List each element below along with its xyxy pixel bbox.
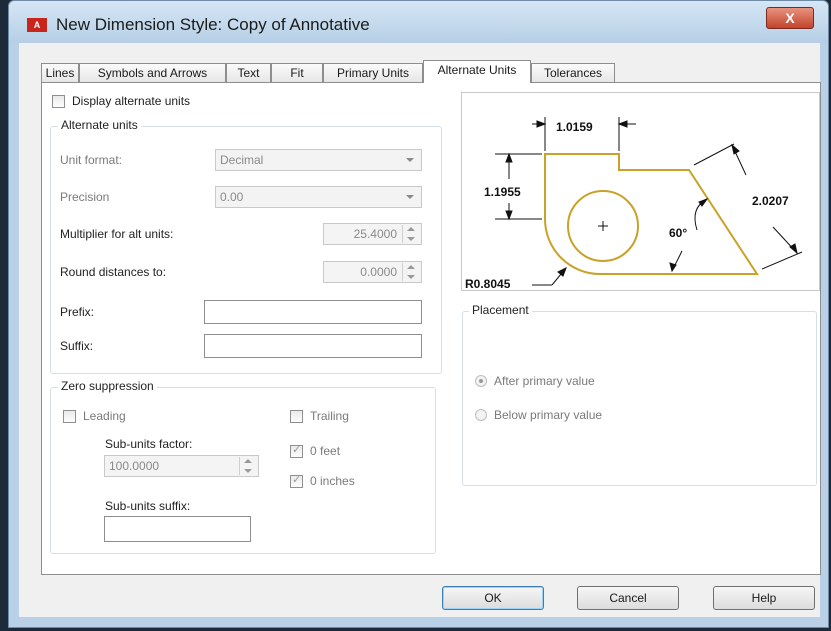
dimension-left-text: 1.1955 — [484, 185, 521, 199]
ok-button[interactable]: OK — [442, 586, 544, 610]
below-primary-radio[interactable] — [475, 409, 487, 421]
unit-format-select[interactable]: Decimal — [215, 149, 422, 171]
alternate-units-legend: Alternate units — [58, 118, 141, 132]
display-alternate-units-checkbox[interactable] — [52, 95, 65, 108]
subunits-factor-value: 100.0000 — [109, 459, 160, 473]
after-primary-label: After primary value — [494, 374, 595, 388]
precision-select[interactable]: 0.00 — [215, 186, 422, 208]
leading-label: Leading — [83, 409, 126, 423]
chevron-down-icon — [406, 158, 414, 162]
preview-drawing: 1.0159 1.1955 2.0207 60° R0.8045 — [465, 117, 803, 291]
zero-feet-label: 0 feet — [310, 444, 341, 458]
trailing-label: Trailing — [310, 409, 349, 423]
tab-alternate-units[interactable]: Alternate Units — [423, 60, 531, 83]
autocad-logo-icon: A — [27, 18, 47, 32]
spinner-arrows-icon[interactable] — [402, 263, 420, 281]
chevron-down-icon — [406, 195, 414, 199]
subunits-suffix-label: Sub-units suffix: — [105, 499, 191, 513]
dialog-title: New Dimension Style: Copy of Annotative — [56, 15, 370, 34]
part-outline — [544, 153, 759, 275]
help-button[interactable]: Help — [713, 586, 815, 610]
dimension-radius-text: R0.8045 — [465, 277, 511, 290]
round-distances-value: 0.0000 — [360, 265, 397, 279]
placement-legend: Placement — [469, 303, 532, 317]
multiplier-value: 25.4000 — [353, 227, 397, 241]
leading-checkbox[interactable] — [63, 410, 76, 423]
tab-tolerances[interactable]: Tolerances — [531, 63, 615, 82]
dimension-angle-text: 60° — [669, 226, 687, 240]
unit-format-value: Decimal — [220, 153, 264, 167]
cancel-button[interactable]: Cancel — [577, 586, 679, 610]
spinner-arrows-icon[interactable] — [239, 457, 257, 475]
close-button[interactable]: X — [766, 7, 814, 29]
dimension-right-text: 2.0207 — [752, 194, 789, 208]
dimension-preview: 1.0159 1.1955 2.0207 60° R0.8045 — [461, 92, 820, 291]
tab-lines[interactable]: Lines — [41, 63, 79, 82]
alternate-units-page: Display alternate units Alternate units … — [41, 82, 821, 575]
tab-fit[interactable]: Fit — [271, 63, 323, 82]
tab-symbols-and-arrows[interactable]: Symbols and Arrows — [79, 63, 226, 82]
dimension-top-text: 1.0159 — [556, 120, 593, 134]
precision-label: Precision — [60, 190, 110, 204]
below-primary-label: Below primary value — [494, 408, 603, 422]
subunits-suffix-input[interactable] — [104, 516, 251, 542]
prefix-label: Prefix: — [60, 305, 95, 319]
prefix-input[interactable] — [204, 300, 422, 324]
dialog-body: Lines Symbols and Arrows Text Fit Primar… — [19, 43, 821, 617]
after-primary-radio[interactable] — [475, 375, 487, 387]
round-distances-label: Round distances to: — [60, 265, 167, 279]
spinner-arrows-icon[interactable] — [402, 225, 420, 243]
title-bar[interactable]: A New Dimension Style: Copy of Annotativ… — [9, 1, 828, 43]
round-distances-spinner[interactable]: 0.0000 — [323, 261, 422, 283]
zero-suppression-legend: Zero suppression — [58, 379, 157, 393]
precision-value: 0.00 — [220, 190, 244, 204]
trailing-checkbox[interactable] — [290, 410, 303, 423]
placement-group — [462, 311, 817, 486]
multiplier-spinner[interactable]: 25.4000 — [323, 223, 422, 245]
display-alternate-units-label: Display alternate units — [72, 94, 191, 108]
multiplier-label: Multiplier for alt units: — [60, 227, 174, 241]
zero-inches-label: 0 inches — [310, 474, 355, 488]
tab-primary-units[interactable]: Primary Units — [323, 63, 423, 82]
zero-feet-checkbox[interactable] — [290, 443, 303, 458]
subunits-factor-label: Sub-units factor: — [105, 437, 193, 451]
dialog-window: A New Dimension Style: Copy of Annotativ… — [8, 0, 829, 628]
unit-format-label: Unit format: — [60, 153, 123, 167]
zero-inches-checkbox[interactable] — [290, 473, 303, 488]
suffix-label: Suffix: — [60, 339, 94, 353]
tab-text[interactable]: Text — [226, 63, 271, 82]
suffix-input[interactable] — [204, 334, 422, 358]
subunits-factor-spinner[interactable]: 100.0000 — [104, 455, 259, 477]
